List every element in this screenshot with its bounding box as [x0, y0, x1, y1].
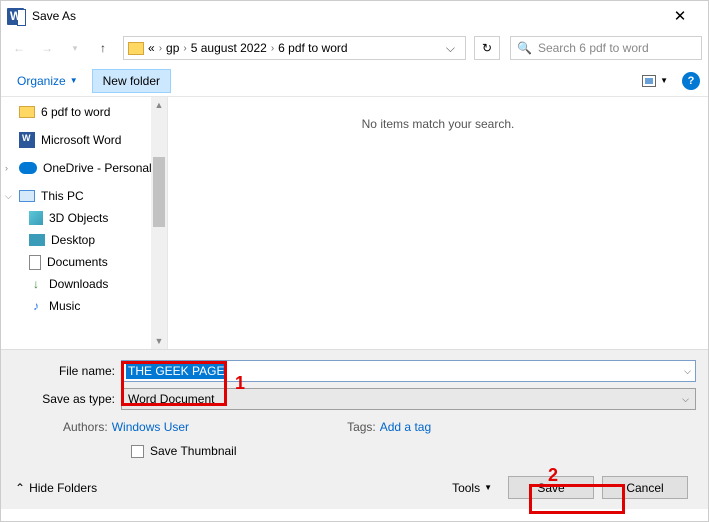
hide-folders-button[interactable]: ⌃ Hide Folders [13, 481, 97, 495]
file-list-area: No items match your search. [168, 97, 708, 349]
downloads-icon: ↓ [29, 277, 43, 291]
view-icon [642, 75, 656, 87]
tree-item-this-pc[interactable]: ⌵This PC [1, 185, 167, 207]
filename-input[interactable]: THE GEEK PAGE ⌵ [121, 360, 696, 382]
main-area: 6 pdf to word Microsoft Word ›OneDrive -… [1, 97, 708, 349]
cloud-icon [19, 162, 37, 174]
save-form: File name: THE GEEK PAGE ⌵ Save as type:… [1, 349, 708, 509]
music-icon: ♪ [29, 299, 43, 313]
tree-item[interactable]: Microsoft Word [1, 129, 167, 151]
search-icon: 🔍 [517, 41, 532, 55]
cancel-button[interactable]: Cancel [602, 476, 688, 499]
folder-tree: 6 pdf to word Microsoft Word ›OneDrive -… [1, 97, 168, 349]
tree-item[interactable]: ↓Downloads [1, 273, 167, 295]
annotation-number-2: 2 [548, 465, 558, 486]
refresh-button[interactable]: ↻ [474, 36, 500, 60]
forward-button[interactable]: → [35, 36, 59, 60]
nav-bar: ← → ▾ ↑ « › gp › 5 august 2022 › 6 pdf t… [1, 31, 708, 65]
chevron-down-icon: ▼ [484, 483, 492, 492]
breadcrumb-seg[interactable]: 5 august 2022 [191, 41, 267, 55]
help-button[interactable]: ? [682, 72, 700, 90]
chevron-down-icon[interactable]: ⌵ [684, 366, 691, 377]
save-thumbnail-checkbox[interactable] [131, 445, 144, 458]
organize-button[interactable]: Organize▼ [9, 70, 86, 92]
documents-icon [29, 255, 41, 270]
breadcrumb-seg[interactable]: gp [166, 41, 179, 55]
tools-dropdown[interactable]: Tools ▼ [452, 481, 492, 495]
search-placeholder: Search 6 pdf to word [538, 41, 649, 55]
desktop-icon [29, 234, 45, 246]
word-icon [19, 132, 35, 148]
breadcrumb[interactable]: « › gp › 5 august 2022 › 6 pdf to word ⌵ [123, 36, 466, 60]
folder-icon [19, 106, 35, 118]
back-button[interactable]: ← [7, 36, 31, 60]
close-button[interactable]: ✕ [660, 7, 700, 25]
chevron-right-icon: › [159, 43, 162, 54]
tree-scrollbar[interactable]: ▲ ▼ [151, 97, 167, 349]
scroll-up-icon[interactable]: ▲ [151, 97, 167, 113]
chevron-down-icon: ▼ [70, 76, 78, 85]
pc-icon [19, 190, 35, 202]
tree-item[interactable]: 6 pdf to word [1, 101, 167, 123]
objects-3d-icon [29, 211, 43, 225]
new-folder-button[interactable]: New folder [92, 69, 171, 93]
scroll-down-icon[interactable]: ▼ [151, 333, 167, 349]
title-bar: W Save As ✕ [1, 1, 708, 31]
authors-label: Authors: [63, 420, 108, 434]
word-app-icon: W [7, 8, 24, 25]
tree-item[interactable]: ›OneDrive - Personal [1, 157, 167, 179]
recent-dropdown[interactable]: ▾ [63, 36, 87, 60]
breadcrumb-seg[interactable]: 6 pdf to word [278, 41, 347, 55]
folder-icon [128, 42, 144, 55]
scroll-thumb[interactable] [153, 157, 165, 227]
chevron-down-icon[interactable]: ⌵ [682, 394, 689, 405]
filetype-select[interactable]: Word Document ⌵ [121, 388, 696, 410]
dialog-title: Save As [32, 9, 660, 23]
breadcrumb-dropdown[interactable]: ⌵ [446, 41, 461, 56]
tags-value[interactable]: Add a tag [380, 420, 431, 434]
annotation-number-1: 1 [235, 373, 245, 394]
collapse-icon[interactable]: ⌵ [5, 191, 15, 202]
chevron-up-icon: ⌃ [15, 481, 25, 495]
tree-item[interactable]: 3D Objects [1, 207, 167, 229]
tree-item[interactable]: Desktop [1, 229, 167, 251]
chevron-right-icon: › [183, 43, 186, 54]
save-thumbnail-label: Save Thumbnail [150, 444, 237, 458]
tags-label: Tags: [347, 420, 376, 434]
chevron-right-icon: › [271, 43, 274, 54]
filename-label: File name: [13, 364, 121, 378]
breadcrumb-prefix[interactable]: « [148, 41, 155, 55]
search-input[interactable]: 🔍 Search 6 pdf to word [510, 36, 702, 60]
up-button[interactable]: ↑ [91, 36, 115, 60]
filetype-label: Save as type: [13, 392, 121, 406]
authors-value[interactable]: Windows User [112, 420, 189, 434]
chevron-down-icon: ▼ [660, 76, 668, 85]
view-options-button[interactable]: ▼ [638, 73, 672, 89]
expand-icon[interactable]: › [5, 163, 15, 173]
empty-message: No items match your search. [188, 117, 688, 131]
tree-item[interactable]: Documents [1, 251, 167, 273]
toolbar: Organize▼ New folder ▼ ? [1, 65, 708, 97]
tree-item[interactable]: ♪Music [1, 295, 167, 317]
